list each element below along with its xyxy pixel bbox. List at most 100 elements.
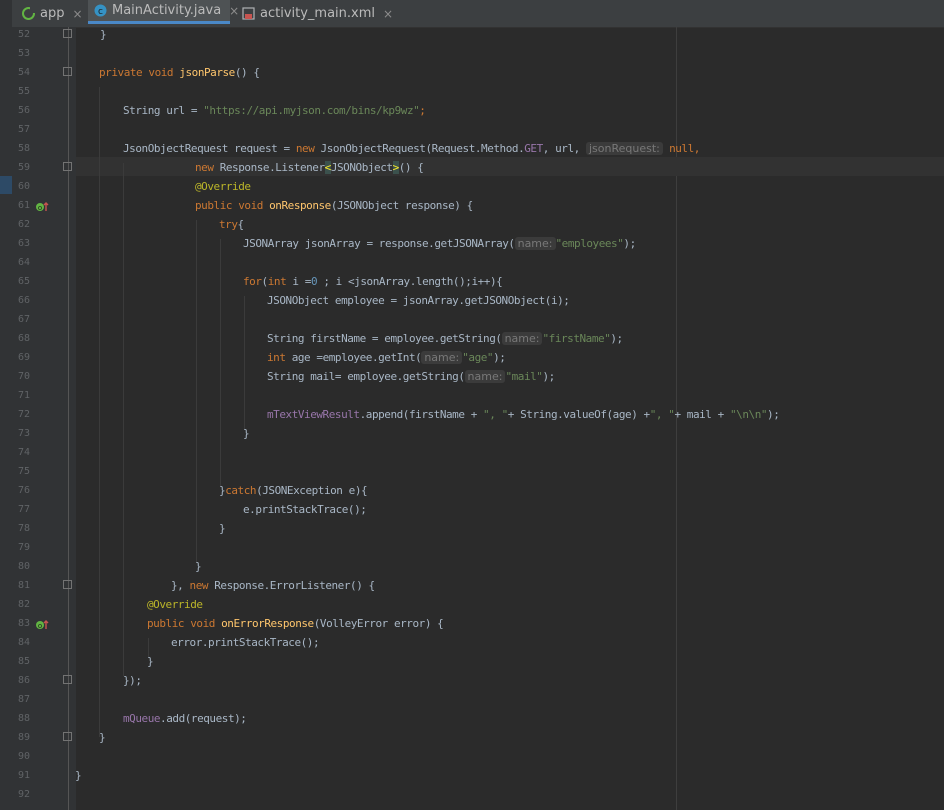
tab-mainactivity-java[interactable]: c MainActivity.java × (88, 0, 239, 24)
code-line-91[interactable]: } (75, 766, 82, 785)
fold-icon[interactable] (63, 732, 72, 741)
code-line-72[interactable]: mTextViewResult.append(firstName + ", "+… (267, 405, 780, 424)
code-line-80[interactable]: } (195, 557, 202, 576)
code-line-52[interactable]: } (100, 25, 107, 44)
code-line-69[interactable]: int age =employee.getInt(name: "age"); (267, 348, 506, 367)
string-literal: "https://api.myjson.com/bins/kp9wz" (203, 104, 420, 117)
code-token: ; i <jsonArray.length();i++){ (317, 275, 503, 288)
keyword: public (195, 199, 233, 212)
line-number: 80 (17, 561, 30, 572)
parameter-hint: name: (421, 351, 463, 364)
code-token: ; (419, 104, 426, 117)
line-number: 63 (17, 238, 30, 249)
tab-app[interactable]: app × (14, 0, 94, 27)
code-line-85[interactable]: } (147, 652, 154, 671)
code-line-78[interactable]: } (219, 519, 226, 538)
line-number: 65 (17, 276, 30, 287)
code-line-61[interactable]: public void onResponse(JSONObject respon… (195, 196, 473, 215)
fold-icon[interactable] (63, 675, 72, 684)
line-number: 66 (17, 295, 30, 306)
line-number: 74 (17, 447, 30, 458)
code-line-76[interactable]: }catch(JSONException e){ (219, 481, 368, 500)
code-token: age =employee.getInt( (285, 351, 422, 364)
code-token: ); (493, 351, 506, 364)
line-number: 54 (17, 67, 30, 78)
code-line-63[interactable]: JSONArray jsonArray = response.getJSONAr… (243, 234, 636, 253)
code-token: , (693, 142, 701, 155)
keyword: for (243, 275, 262, 288)
code-line-70[interactable]: String mail= employee.getString(name: "ma… (267, 367, 555, 386)
override-marker-icon[interactable]: o (35, 198, 49, 212)
fold-icon[interactable] (63, 67, 72, 76)
tab-activity-main-xml[interactable]: activity_main.xml × (234, 0, 393, 27)
keyword: catch (225, 484, 257, 497)
code-token: () { (234, 66, 260, 79)
code-token: Response.ErrorListener() { (208, 579, 375, 592)
svg-text:c: c (98, 7, 103, 17)
string-literal: ", " (649, 408, 675, 421)
code-line-81[interactable]: }, new Response.ErrorListener() { (171, 576, 375, 595)
code-token: JSONObject employee = jsonArray.getJSONO… (267, 294, 570, 307)
code-line-58[interactable]: JsonObjectRequest request = new JsonObje… (123, 139, 700, 158)
keyword: void (148, 66, 174, 79)
line-number: 71 (17, 390, 30, 401)
android-module-icon (22, 7, 35, 20)
code-line-88[interactable]: mQueue.add(request); (123, 709, 247, 728)
fold-icon[interactable] (63, 29, 72, 38)
line-number: 60 (17, 181, 30, 192)
editor-tab-bar: app × c MainActivity.java × activity_mai… (0, 0, 944, 28)
code-line-59[interactable]: new Response.Listener<JSONObject>() { (195, 158, 424, 177)
svg-text:o: o (38, 622, 42, 630)
code-token: JSONArray jsonArray = response.getJSONAr… (243, 237, 515, 250)
annotation: @Override (195, 180, 251, 193)
code-line-62[interactable]: try{ (219, 215, 244, 234)
code-line-86[interactable]: }); (123, 671, 142, 690)
code-line-77[interactable]: e.printStackTrace(); (243, 500, 367, 519)
line-number: 76 (17, 485, 30, 496)
line-number: 83 (17, 618, 30, 629)
override-marker-icon[interactable]: o (35, 616, 49, 630)
code-line-60[interactable]: @Override (195, 177, 251, 196)
code-token: JsonObjectRequest request = (123, 142, 296, 155)
code-token: } (195, 560, 202, 573)
string-literal: ", " (483, 408, 508, 421)
code-line-84[interactable]: error.printStackTrace(); (171, 633, 320, 652)
code-line-73[interactable]: } (243, 424, 250, 443)
line-number: 81 (17, 580, 30, 591)
close-icon[interactable]: × (72, 7, 82, 21)
code-token: Response.Listener (213, 161, 325, 174)
code-token: } (99, 731, 106, 744)
code-line-66[interactable]: JSONObject employee = jsonArray.getJSONO… (267, 291, 570, 310)
line-number: 61 (17, 200, 30, 211)
line-number: 55 (17, 86, 30, 97)
code-token: ); (610, 332, 623, 345)
parameter-hint: name: (514, 237, 556, 250)
string-literal: "firstName" (542, 332, 611, 345)
code-line-83[interactable]: public void onErrorResponse(VolleyError … (147, 614, 444, 633)
tab-label: MainActivity.java (112, 3, 222, 18)
code-token: () { (398, 161, 424, 174)
field-name: mQueue (123, 712, 161, 725)
fold-icon[interactable] (63, 580, 72, 589)
code-token: .add(request); (160, 712, 247, 725)
close-icon[interactable]: × (383, 7, 393, 21)
method-name: onErrorResponse (221, 617, 314, 630)
string-literal: "employees" (555, 237, 624, 250)
code-line-82[interactable]: @Override (147, 595, 203, 614)
code-line-54[interactable]: private void jsonParse() { (99, 63, 260, 82)
svg-text:o: o (38, 204, 42, 212)
code-line-89[interactable]: } (99, 728, 106, 747)
code-line-65[interactable]: for(int i =0 ; i <jsonArray.length();i++… (243, 272, 503, 291)
indent-guide (123, 163, 124, 676)
line-number: 91 (17, 770, 30, 781)
code-line-56[interactable]: String url = "https://api.myjson.com/bin… (123, 101, 426, 120)
code-line-68[interactable]: String firstName = employee.getString(na… (267, 329, 623, 348)
annotation: @Override (147, 598, 203, 611)
string-literal: "age" (462, 351, 494, 364)
code-token: String url = (123, 104, 204, 117)
line-number: 78 (17, 523, 30, 534)
code-token: + mail + (674, 408, 730, 421)
fold-icon[interactable] (63, 162, 72, 171)
line-number: 57 (17, 124, 30, 135)
keyword: new (189, 579, 209, 592)
